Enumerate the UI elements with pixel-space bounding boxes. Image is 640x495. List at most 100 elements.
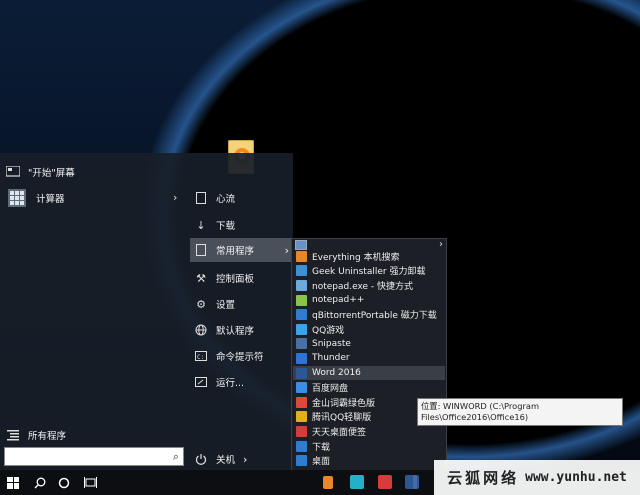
tooltip-text: 位置: WINWORD (C:\Program Files\Office2016… xyxy=(421,401,540,422)
submenu-item-label: Everything 本机搜索 xyxy=(312,252,400,263)
program-icon xyxy=(296,338,307,350)
right-item-common-programs[interactable]: 常用程序 › xyxy=(190,238,293,262)
submenu-item-label: 桌面 xyxy=(312,457,331,468)
submenu-item[interactable]: notepad++ xyxy=(293,293,445,308)
program-icon xyxy=(296,352,307,364)
submenu-item[interactable]: Thunder xyxy=(293,351,445,366)
gear-icon: ⚙ xyxy=(196,297,206,311)
submenu-item[interactable]: qBittorrentPortable 磁力下载 xyxy=(293,307,445,322)
download-arrow-icon: ↓ xyxy=(196,218,206,232)
program-icon xyxy=(296,440,307,452)
cortana-button[interactable] xyxy=(52,470,76,495)
program-icon xyxy=(296,382,307,394)
start-screen-icon xyxy=(6,165,20,179)
right-item-default-programs[interactable]: 默认程序 xyxy=(194,318,293,342)
submenu-item[interactable]: 下载 xyxy=(293,439,445,454)
submenu-item[interactable]: Everything 本机搜索 xyxy=(293,249,445,264)
right-item-label: 运行... xyxy=(216,378,245,389)
taskbar-app-icon[interactable] xyxy=(350,475,364,489)
submenu-item-label: Word 2016 xyxy=(312,368,361,379)
program-icon xyxy=(296,309,307,321)
program-icon xyxy=(296,265,307,277)
right-item-label: 控制面板 xyxy=(216,274,255,285)
submenu-item-label: QQ游戏 xyxy=(312,325,345,336)
submenu-item-label: notepad++ xyxy=(312,295,365,306)
submenu-item-label: 腾讯QQ轻聊版 xyxy=(312,413,372,424)
wrench-icon: ⚒ xyxy=(196,271,206,285)
chevron-right-icon: › xyxy=(243,452,248,466)
submenu-item-label: 百度网盘 xyxy=(312,384,349,395)
program-icon xyxy=(296,294,307,306)
start-left-pane: "开始"屏幕 计算器 › 所有程序 xyxy=(0,153,190,470)
program-icon xyxy=(296,367,307,379)
right-item-xinliu[interactable]: 心流 xyxy=(194,186,293,210)
program-icon xyxy=(296,396,307,408)
start-button[interactable] xyxy=(0,470,26,495)
taskbar-app-icon[interactable] xyxy=(378,475,392,489)
watermark: 云狐网络 www.yunhu.net xyxy=(434,460,640,495)
taskbar-app-icon[interactable] xyxy=(413,475,417,489)
submenu-item[interactable]: Word 2016 xyxy=(293,365,445,381)
right-item-cmd[interactable]: C: 命令提示符 xyxy=(194,344,293,368)
right-item-label: 命令提示符 xyxy=(216,352,264,363)
submenu-item-label: 下载 xyxy=(312,442,331,453)
submenu-item-label: notepad.exe - 快捷方式 xyxy=(312,281,414,292)
right-item-download[interactable]: ↓ 下载 xyxy=(194,213,293,237)
location-tooltip: 位置: WINWORD (C:\Program Files\Office2016… xyxy=(417,398,623,426)
submenu-item-label: Snipaste xyxy=(312,338,351,349)
right-item-label: 设置 xyxy=(216,300,236,311)
task-view-button[interactable] xyxy=(78,470,102,495)
calculator-icon xyxy=(8,189,26,207)
submenu-item-label: Thunder xyxy=(312,353,350,364)
start-screen-label: "开始"屏幕 xyxy=(28,168,75,179)
cortana-circle-icon xyxy=(58,477,70,488)
list-icon xyxy=(6,428,20,442)
search-input[interactable]: ⌕ xyxy=(4,447,184,466)
submenu-item-label: qBittorrentPortable 磁力下载 xyxy=(312,311,437,322)
all-programs-label: 所有程序 xyxy=(28,431,67,442)
program-icon xyxy=(296,455,307,467)
program-icon xyxy=(296,323,307,335)
calculator-item[interactable]: 计算器 xyxy=(8,186,65,210)
folder-page-icon xyxy=(194,243,208,257)
run-icon xyxy=(194,375,208,389)
right-item-label: 默认程序 xyxy=(216,326,255,337)
submenu-item-label: 天天桌面便签 xyxy=(312,427,367,438)
watermark-cn: 云狐网络 xyxy=(447,469,520,487)
start-right-pane: 心流 ↓ 下载 常用程序 › ⚒ 控制面板 ⚙ 设置 默认程序 C: 命令提示符… xyxy=(190,153,293,470)
submenu-item[interactable]: Snipaste xyxy=(293,337,445,352)
search-taskbar-button[interactable] xyxy=(28,470,52,495)
task-view-icon xyxy=(83,477,97,488)
program-icon xyxy=(296,425,307,437)
submenu-item[interactable]: 桌面 xyxy=(293,453,445,468)
start-menu: "开始"屏幕 计算器 › 所有程序 心流 ↓ 下载 常用程序 › ⚒ 控制面板 … xyxy=(0,153,293,470)
submenu-item[interactable]: 百度网盘 xyxy=(293,380,445,395)
programs-submenu: › Everything 本机搜索 Geek Uninstaller 强力卸载 no… xyxy=(291,238,447,471)
submenu-item-label: Geek Uninstaller 强力卸载 xyxy=(312,267,426,278)
document-icon xyxy=(194,191,208,205)
taskbar-app-icon[interactable] xyxy=(323,476,333,489)
right-item-settings[interactable]: ⚙ 设置 xyxy=(194,292,293,316)
chevron-right-icon: › xyxy=(284,243,289,257)
submenu-item[interactable]: notepad.exe - 快捷方式 xyxy=(293,278,445,293)
power-item[interactable]: 关机 › xyxy=(194,447,293,471)
right-item-label: 常用程序 xyxy=(216,246,255,257)
submenu-item[interactable]: QQ游戏 xyxy=(293,322,445,337)
start-screen-item[interactable]: "开始"屏幕 xyxy=(6,160,75,184)
terminal-icon: C: xyxy=(194,349,208,363)
all-programs-item[interactable]: 所有程序 xyxy=(6,423,66,447)
watermark-url: www.yunhu.net xyxy=(525,470,627,485)
search-icon: ⌕ xyxy=(172,450,179,463)
submenu-item[interactable]: Geek Uninstaller 强力卸载 xyxy=(293,264,445,279)
right-item-run[interactable]: 运行... xyxy=(194,370,293,394)
calculator-label: 计算器 xyxy=(36,194,65,205)
submenu-item[interactable]: 天天桌面便签 xyxy=(293,424,445,439)
submenu-item-label: 金山词霸绿色版 xyxy=(312,398,376,409)
right-item-label: 下载 xyxy=(216,221,236,232)
globe-icon xyxy=(194,323,208,337)
svg-text:C:: C: xyxy=(197,354,204,361)
chevron-right-icon[interactable]: › xyxy=(173,191,177,204)
program-icon xyxy=(296,279,307,291)
program-icon xyxy=(296,411,307,423)
right-item-control-panel[interactable]: ⚒ 控制面板 xyxy=(194,266,293,290)
